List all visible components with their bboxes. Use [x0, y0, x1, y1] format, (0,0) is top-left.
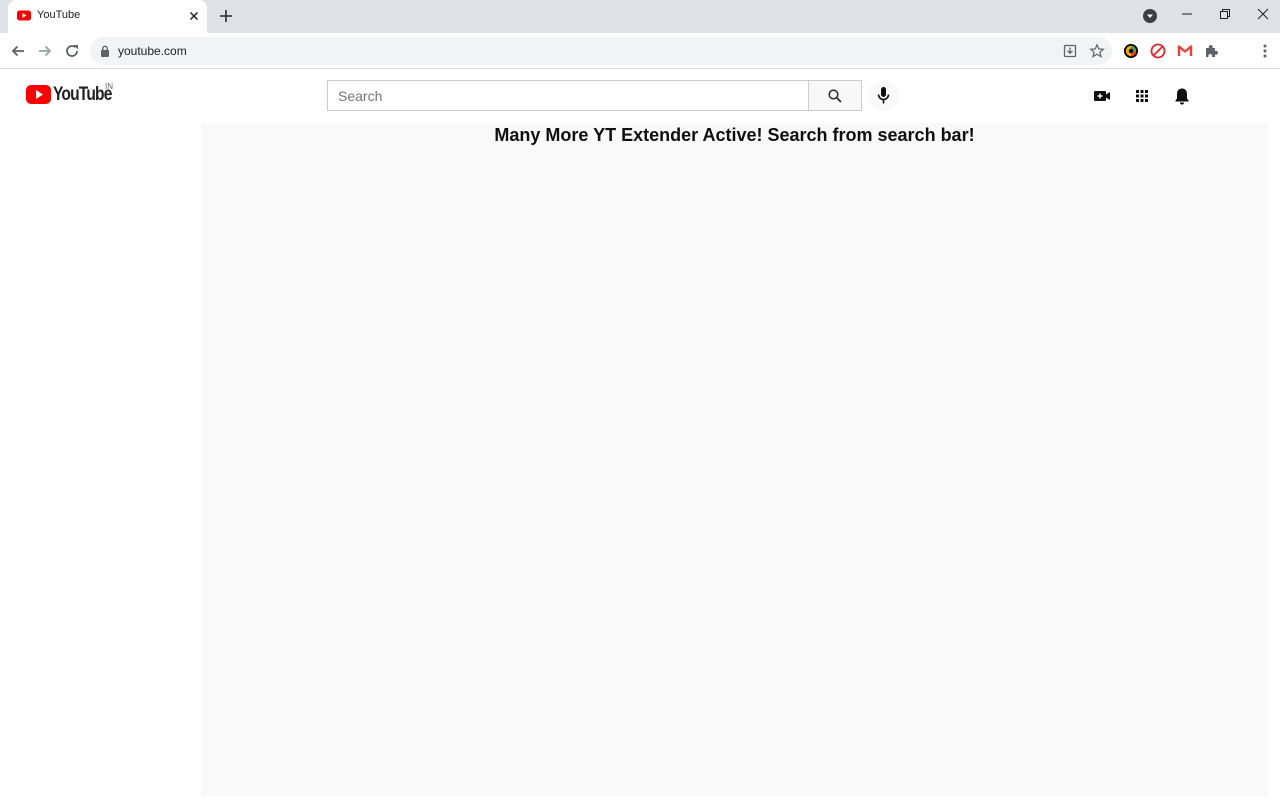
url-text[interactable]: youtube.com [118, 44, 187, 58]
browser-toolbar: youtube.com [0, 33, 1280, 69]
restore-icon[interactable] [1217, 6, 1233, 22]
plus-icon[interactable] [218, 8, 234, 24]
back-arrow-icon[interactable] [9, 42, 27, 60]
youtube-logo-text: YouTube [53, 84, 112, 105]
microphone-icon [877, 87, 890, 104]
search-icon [828, 89, 842, 103]
search-button[interactable] [808, 80, 862, 111]
search-input[interactable] [338, 87, 798, 105]
adblock-extension-icon[interactable] [1149, 42, 1167, 60]
notifications-bell-icon[interactable] [1171, 85, 1193, 107]
youtube-sidebar [0, 123, 201, 800]
browser-tab-strip: YouTube [0, 0, 1280, 33]
search-box[interactable] [327, 80, 809, 111]
address-bar[interactable]: youtube.com [90, 37, 1112, 65]
install-icon[interactable] [1062, 43, 1078, 59]
youtube-content-area: Many More YT Extender Active! Search fro… [201, 123, 1268, 796]
voice-search-button[interactable] [868, 80, 899, 111]
color-wheel-extension-icon[interactable] [1122, 42, 1140, 60]
minimize-icon[interactable] [1179, 6, 1195, 22]
kebab-menu-icon[interactable] [1256, 42, 1274, 60]
browser-tab-youtube[interactable]: YouTube [8, 0, 207, 33]
youtube-favicon-icon [17, 10, 31, 21]
youtube-masthead: YouTube IN [0, 69, 1268, 123]
youtube-page: YouTube IN Search Many More YT Extender … [0, 69, 1280, 800]
reload-icon[interactable] [63, 42, 81, 60]
puzzle-extensions-icon[interactable] [1203, 42, 1221, 60]
extender-banner: Many More YT Extender Active! Search fro… [494, 125, 975, 145]
youtube-logo[interactable]: YouTube [26, 84, 116, 108]
profile-icon[interactable] [1142, 8, 1158, 24]
tab-title: YouTube [37, 9, 81, 21]
forward-arrow-icon[interactable] [36, 42, 54, 60]
apps-grid-icon[interactable] [1131, 85, 1153, 107]
create-video-icon[interactable] [1091, 85, 1113, 107]
lock-icon[interactable] [100, 45, 110, 57]
close-icon[interactable] [1255, 6, 1271, 22]
youtube-play-logo-icon [26, 85, 51, 104]
gmail-extension-icon[interactable] [1176, 42, 1194, 60]
close-tab-icon[interactable] [187, 9, 201, 23]
page-scrollbar[interactable] [1268, 69, 1280, 800]
bookmark-star-icon[interactable] [1089, 43, 1105, 59]
country-code: IN [105, 82, 113, 91]
